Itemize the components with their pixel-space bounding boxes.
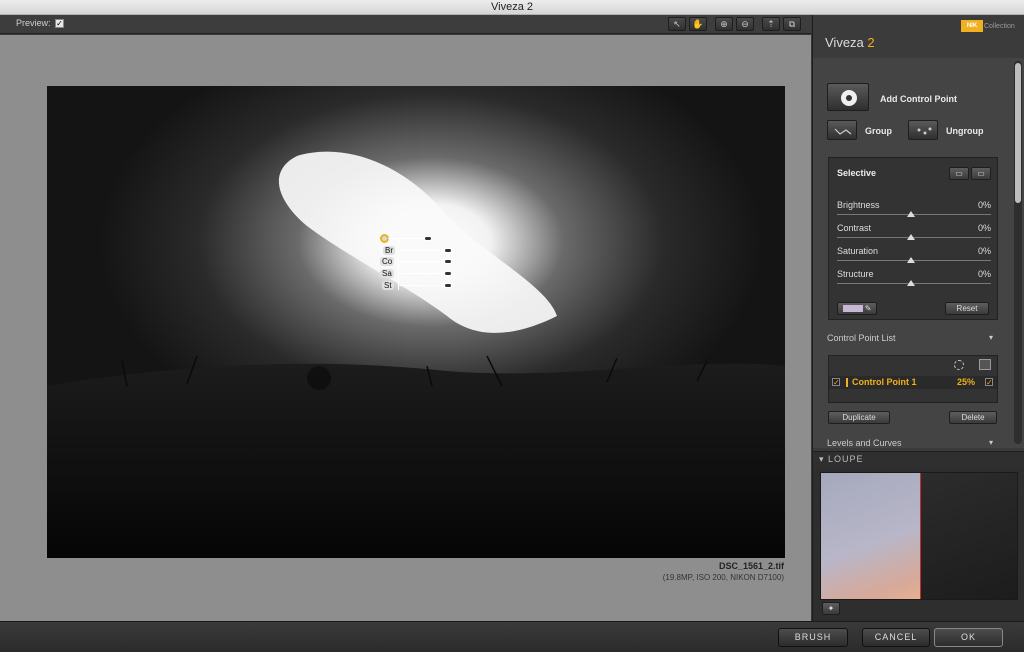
- loupe-panel: ✦: [813, 467, 1024, 621]
- control-point-size-slider[interactable]: [388, 238, 428, 239]
- selective-mode-b-button[interactable]: ▭: [971, 167, 991, 180]
- bottom-bar: BRUSH CANCEL OK: [0, 621, 1024, 652]
- selective-mode-a-button[interactable]: ▭: [949, 167, 969, 180]
- contrast-value: 0%: [977, 223, 991, 233]
- control-point-list: ✓ Control Point 1 25% ✓: [828, 355, 998, 403]
- color-picker-button[interactable]: ✎: [837, 302, 877, 315]
- group-label: Group: [865, 126, 892, 136]
- nik-logo: NIK: [961, 20, 983, 32]
- control-point-size-knob[interactable]: [424, 236, 432, 241]
- loupe-header[interactable]: ▾ LOUPE: [813, 451, 1024, 467]
- compare-icon[interactable]: ⇡: [762, 17, 780, 31]
- group-icon: [834, 128, 852, 135]
- file-info: (19.8MP, ISO 200, NIKON D7100): [662, 573, 784, 582]
- cp-saturation-label: Sa: [380, 269, 394, 278]
- structure-label: Structure: [837, 269, 874, 279]
- sidebar-scrollbar[interactable]: [1014, 61, 1022, 444]
- preview-label: Preview:: [16, 18, 51, 28]
- control-point-icon: [841, 90, 857, 106]
- control-point-enable-checkbox[interactable]: ✓: [832, 378, 840, 387]
- arrow-tool-icon[interactable]: ↖: [668, 17, 686, 31]
- control-point-opacity: 25%: [957, 377, 976, 387]
- selective-panel: Selective ▭ ▭ Brightness 0% Contrast 0% …: [828, 157, 998, 320]
- brightness-value: 0%: [977, 200, 991, 210]
- file-name: DSC_1561_2.tif: [718, 561, 784, 571]
- control-point-color-bar: [846, 378, 848, 387]
- loupe-pin-button[interactable]: ✦: [822, 602, 840, 615]
- cp-structure-label: St: [382, 281, 394, 290]
- brush-button[interactable]: BRUSH: [778, 628, 848, 647]
- brightness-slider[interactable]: Brightness 0%: [837, 200, 991, 222]
- fullscreen-icon[interactable]: ⧉: [783, 17, 801, 31]
- ungroup-label: Ungroup: [946, 126, 984, 136]
- delete-button[interactable]: Delete: [949, 411, 997, 424]
- saturation-value: 0%: [977, 246, 991, 256]
- levels-curves-toggle-icon[interactable]: ▾: [989, 438, 993, 447]
- window-title: Viveza 2: [0, 0, 1024, 15]
- levels-curves-title[interactable]: Levels and Curves: [827, 438, 902, 448]
- selective-title: Selective: [837, 168, 877, 178]
- loupe-sky: [821, 473, 920, 599]
- brightness-label: Brightness: [837, 200, 880, 210]
- cp-brightness-knob[interactable]: [444, 248, 452, 253]
- brand-name: Viveza: [825, 35, 864, 50]
- preview-checkbox[interactable]: ✓: [55, 19, 64, 28]
- cp-saturation-slider[interactable]: [398, 273, 448, 274]
- nik-collection-text: Collection: [984, 23, 1015, 30]
- contrast-label: Contrast: [837, 223, 872, 233]
- pin-icon: ✦: [827, 604, 835, 613]
- mode-b-icon: ▭: [977, 169, 985, 178]
- show-mask-icon[interactable]: [979, 359, 991, 370]
- contrast-slider[interactable]: Contrast 0%: [837, 223, 991, 245]
- structure-value: 0%: [977, 269, 991, 279]
- control-point-visible-checkbox[interactable]: ✓: [985, 378, 993, 387]
- group-button[interactable]: [827, 120, 857, 140]
- cp-structure-slider[interactable]: [398, 285, 448, 286]
- cp-contrast-label: Co: [380, 257, 395, 266]
- cp-structure-knob[interactable]: [444, 283, 452, 288]
- eyedropper-icon: ✎: [864, 304, 872, 313]
- zoom-in-icon[interactable]: ⊕: [715, 17, 733, 31]
- image-canvas[interactable]: Br Co Sa St DSC_1561_2.tif (19.8MP, ISO …: [0, 35, 811, 621]
- photo-preview[interactable]: Br Co Sa St: [47, 86, 785, 558]
- control-point-list-title[interactable]: Control Point List: [827, 333, 896, 343]
- zoom-out-icon[interactable]: ⊖: [736, 17, 754, 31]
- top-toolbar: Preview: ✓ ↖ ✋ ⊕ ⊖ ⇡ ⧉: [0, 15, 811, 34]
- brand-title: Viveza 2: [825, 35, 875, 50]
- cp-contrast-slider[interactable]: [398, 261, 448, 262]
- control-point-stem: [398, 238, 399, 290]
- control-point-name[interactable]: Control Point 1: [852, 377, 917, 387]
- show-selection-icon[interactable]: [954, 360, 964, 370]
- contrast-handle[interactable]: [907, 234, 915, 240]
- loupe-preview: [820, 472, 1018, 600]
- photo-image: [47, 86, 785, 558]
- add-control-point-label: Add Control Point: [880, 94, 957, 104]
- cancel-button[interactable]: CANCEL: [862, 628, 930, 647]
- structure-slider[interactable]: Structure 0%: [837, 269, 991, 291]
- sidebar: NIK Collection Viveza 2 Add Control Poin…: [812, 15, 1024, 621]
- loupe-dark-area: [921, 473, 1017, 599]
- brand-version: 2: [867, 35, 875, 50]
- hand-tool-icon[interactable]: ✋: [689, 17, 707, 31]
- cp-brightness-slider[interactable]: [398, 250, 448, 251]
- mode-a-icon: ▭: [955, 169, 963, 178]
- duplicate-button[interactable]: Duplicate: [828, 411, 890, 424]
- reset-button[interactable]: Reset: [945, 302, 989, 315]
- saturation-slider[interactable]: Saturation 0%: [837, 246, 991, 268]
- ungroup-button[interactable]: [908, 120, 938, 140]
- saturation-handle[interactable]: [907, 257, 915, 263]
- ungroup-icon: [917, 127, 932, 135]
- sidebar-scroll-thumb[interactable]: [1015, 63, 1021, 203]
- saturation-label: Saturation: [837, 246, 879, 256]
- cp-brightness-label: Br: [383, 246, 395, 255]
- add-control-point-button[interactable]: [827, 83, 869, 111]
- brightness-handle[interactable]: [907, 211, 915, 217]
- control-point-row[interactable]: ✓ Control Point 1 25% ✓: [829, 376, 997, 389]
- color-swatch: [842, 305, 863, 313]
- control-point-list-toggle-icon[interactable]: ▾: [989, 333, 993, 342]
- cp-contrast-knob[interactable]: [444, 259, 452, 264]
- cp-saturation-knob[interactable]: [444, 271, 452, 276]
- structure-handle[interactable]: [907, 280, 915, 286]
- ok-button[interactable]: OK: [934, 628, 1003, 647]
